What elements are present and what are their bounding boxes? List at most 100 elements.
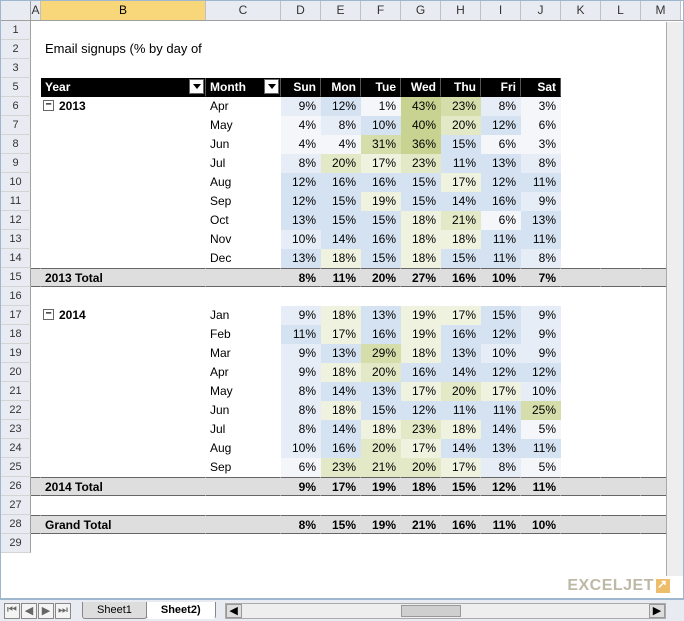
pivot-value: 8%: [281, 401, 321, 420]
pivot-value: 15%: [401, 173, 441, 192]
pivot-day-header[interactable]: Wed: [401, 78, 441, 97]
row-header[interactable]: 29: [1, 534, 31, 553]
row-header[interactable]: 12: [1, 211, 31, 230]
pivot-value: 8%: [481, 97, 521, 116]
tab-next-icon[interactable]: ▶: [38, 603, 54, 619]
column-header-I[interactable]: I: [481, 1, 521, 20]
pivot-row-label: [41, 458, 206, 477]
row-header[interactable]: 18: [1, 325, 31, 344]
pivot-day-header[interactable]: Fri: [481, 78, 521, 97]
collapse-icon[interactable]: −: [43, 309, 54, 320]
column-header-H[interactable]: H: [441, 1, 481, 20]
select-all-corner[interactable]: [1, 1, 31, 20]
pivot-day-header[interactable]: Sat: [521, 78, 561, 97]
scroll-right-icon[interactable]: ▶: [649, 604, 665, 618]
report-title: Email signups (% by day of week): [41, 40, 206, 59]
row-header[interactable]: 16: [1, 287, 31, 306]
column-header-L[interactable]: L: [601, 1, 641, 20]
row-header[interactable]: 25: [1, 458, 31, 477]
pivot-day-header[interactable]: Tue: [361, 78, 401, 97]
tab-nav-buttons: ⏮ ◀ ▶ ⏭: [0, 603, 76, 619]
pivot-grandtotal-value: 10%: [521, 515, 561, 534]
column-header-A[interactable]: A: [31, 1, 41, 20]
row-header[interactable]: 23: [1, 420, 31, 439]
dropdown-icon[interactable]: [189, 79, 204, 94]
row-header[interactable]: 2: [1, 40, 31, 59]
pivot-subtotal-value: 18%: [401, 477, 441, 496]
row-header[interactable]: 20: [1, 363, 31, 382]
sheet-tab[interactable]: Sheet1: [82, 602, 147, 619]
row-header[interactable]: 15: [1, 268, 31, 287]
row-header[interactable]: 22: [1, 401, 31, 420]
row-header[interactable]: 19: [1, 344, 31, 363]
pivot-value: 12%: [481, 325, 521, 344]
pivot-row-label: −2014: [41, 306, 206, 325]
row-header[interactable]: 10: [1, 173, 31, 192]
column-header-J[interactable]: J: [521, 1, 561, 20]
pivot-grandtotal-value: 19%: [361, 515, 401, 534]
column-header-G[interactable]: G: [401, 1, 441, 20]
pivot-row-label: [41, 420, 206, 439]
pivot-value: 23%: [401, 154, 441, 173]
column-header-M[interactable]: M: [641, 1, 681, 20]
vertical-scrollbar[interactable]: [666, 22, 683, 576]
row-header[interactable]: 27: [1, 496, 31, 515]
row-header[interactable]: 17: [1, 306, 31, 325]
pivot-row-label: [41, 154, 206, 173]
row-header[interactable]: 21: [1, 382, 31, 401]
pivot-month: Apr: [206, 363, 281, 382]
scroll-thumb[interactable]: [401, 605, 461, 617]
pivot-month: May: [206, 382, 281, 401]
row-header[interactable]: 1: [1, 21, 31, 40]
pivot-field-year[interactable]: Year: [41, 78, 206, 97]
collapse-icon[interactable]: −: [43, 100, 54, 111]
pivot-subtotal-value: 9%: [281, 477, 321, 496]
pivot-subtotal-value: 10%: [481, 268, 521, 287]
tab-last-icon[interactable]: ⏭: [55, 603, 71, 619]
tab-first-icon[interactable]: ⏮: [4, 603, 20, 619]
pivot-value: 12%: [281, 192, 321, 211]
pivot-value: 23%: [321, 458, 361, 477]
pivot-value: 17%: [321, 325, 361, 344]
row-header[interactable]: 8: [1, 135, 31, 154]
pivot-day-header[interactable]: Thu: [441, 78, 481, 97]
pivot-value: 15%: [401, 192, 441, 211]
pivot-row-label: [41, 173, 206, 192]
pivot-day-header[interactable]: Sun: [281, 78, 321, 97]
column-header-E[interactable]: E: [321, 1, 361, 20]
row-header[interactable]: 3: [1, 59, 31, 78]
sheet-tab[interactable]: Sheet2): [146, 602, 216, 619]
pivot-month: Jul: [206, 420, 281, 439]
row-header[interactable]: 14: [1, 249, 31, 268]
column-header-F[interactable]: F: [361, 1, 401, 20]
pivot-subtotal-value: 7%: [521, 268, 561, 287]
pivot-value: 17%: [361, 154, 401, 173]
scroll-left-icon[interactable]: ◀: [226, 604, 242, 618]
pivot-row-label: [41, 344, 206, 363]
pivot-value: 8%: [281, 154, 321, 173]
grid-body[interactable]: 12 Email signups (% by day of week) 35 Year…: [1, 21, 683, 598]
column-header-K[interactable]: K: [561, 1, 601, 20]
dropdown-icon[interactable]: [264, 79, 279, 94]
row-header[interactable]: 26: [1, 477, 31, 496]
pivot-value: 12%: [481, 173, 521, 192]
horizontal-scrollbar[interactable]: ◀ ▶: [225, 603, 666, 619]
pivot-field-month[interactable]: Month: [206, 78, 281, 97]
column-header-B[interactable]: B: [41, 1, 206, 20]
row-header[interactable]: 6: [1, 97, 31, 116]
column-header-C[interactable]: C: [206, 1, 281, 20]
tab-prev-icon[interactable]: ◀: [21, 603, 37, 619]
row-header[interactable]: 7: [1, 116, 31, 135]
pivot-day-header[interactable]: Mon: [321, 78, 361, 97]
row-header[interactable]: 11: [1, 192, 31, 211]
pivot-value: 16%: [361, 173, 401, 192]
row-header[interactable]: 24: [1, 439, 31, 458]
row-header[interactable]: 28: [1, 515, 31, 534]
pivot-row-label: [41, 211, 206, 230]
pivot-value: 23%: [441, 97, 481, 116]
column-header-D[interactable]: D: [281, 1, 321, 20]
row-header[interactable]: 13: [1, 230, 31, 249]
row-header[interactable]: 9: [1, 154, 31, 173]
pivot-value: 16%: [401, 363, 441, 382]
row-header[interactable]: 5: [1, 78, 31, 97]
